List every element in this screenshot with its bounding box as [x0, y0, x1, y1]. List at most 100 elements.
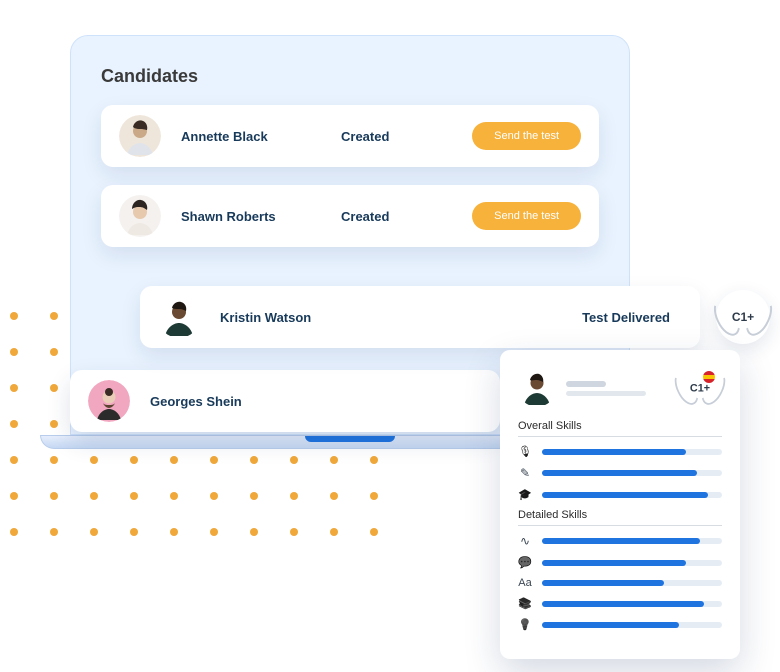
candidate-row[interactable]: Georges Shein — [70, 370, 500, 432]
report-name-placeholder — [566, 381, 668, 396]
skill-bar-fill — [542, 622, 679, 628]
skill-bar — [542, 449, 722, 455]
decorative-dot — [250, 456, 258, 464]
decorative-dot — [370, 456, 378, 464]
score-text: C1+ — [732, 310, 754, 324]
decorative-dot — [290, 492, 298, 500]
skill-bar — [542, 560, 722, 566]
decorative-dot — [330, 528, 338, 536]
decorative-dot — [130, 528, 138, 536]
candidate-name: Annette Black — [181, 129, 341, 144]
score-badge: C1+ — [678, 366, 722, 410]
decorative-dot — [330, 492, 338, 500]
decorative-dot — [10, 420, 18, 428]
skill-row: 💬 — [518, 556, 722, 569]
decorative-dot — [90, 492, 98, 500]
aa-icon: Aa — [518, 577, 532, 589]
candidate-row[interactable]: Annette Black Created Send the test — [101, 105, 599, 167]
decorative-dot — [10, 348, 18, 356]
candidate-name: Kristin Watson — [220, 310, 380, 325]
send-test-button[interactable]: Send the test — [472, 202, 581, 230]
skill-bar-fill — [542, 580, 664, 586]
laurel-icon: C1+ — [720, 294, 766, 340]
decorative-dot — [10, 456, 18, 464]
skill-bar — [542, 580, 722, 586]
skill-bar-fill — [542, 492, 708, 498]
grad-icon: 🎓 — [518, 488, 532, 501]
candidate-status: Created — [341, 209, 451, 224]
score-badge: C1+ — [716, 290, 770, 344]
decorative-dot — [50, 384, 58, 392]
decorative-dot — [50, 456, 58, 464]
decorative-dot — [170, 492, 178, 500]
skill-row: 💡 — [518, 618, 722, 631]
decorative-dot — [250, 492, 258, 500]
candidate-status: Created — [341, 129, 451, 144]
decorative-dot — [210, 528, 218, 536]
avatar — [119, 195, 161, 237]
wave-icon: ∿ — [518, 534, 532, 548]
decorative-dot — [290, 528, 298, 536]
skills-report-panel: C1+ Overall Skills 🎙 ✎ 🎓 Detailed Skills ∿… — [500, 350, 740, 659]
decorative-dot — [370, 528, 378, 536]
decorative-dot — [50, 312, 58, 320]
decorative-dot — [90, 456, 98, 464]
decorative-dot — [10, 528, 18, 536]
skill-row: 🎓 — [518, 488, 722, 501]
skill-bar — [542, 538, 722, 544]
candidate-row-floating: Georges Shein — [70, 370, 500, 432]
decorative-dot — [210, 492, 218, 500]
decorative-dot — [10, 384, 18, 392]
decorative-dot — [170, 528, 178, 536]
decorative-dot — [50, 492, 58, 500]
candidate-name: Georges Shein — [150, 394, 310, 409]
avatar — [158, 296, 200, 338]
skill-bar-fill — [542, 470, 697, 476]
decorative-dot — [50, 528, 58, 536]
page-title: Candidates — [101, 66, 599, 87]
pencil-icon: ✎ — [518, 466, 532, 480]
avatar — [88, 380, 130, 422]
laptop-notch — [305, 436, 395, 442]
decorative-dot — [50, 420, 58, 428]
avatar — [518, 369, 556, 407]
skill-bar-fill — [542, 601, 704, 607]
skill-row: 🎙 — [518, 445, 722, 458]
decorative-dot — [10, 492, 18, 500]
mic-icon: 🎙 — [518, 445, 532, 458]
decorative-dot — [50, 348, 58, 356]
decorative-dot — [290, 456, 298, 464]
chat-icon: 💬 — [518, 556, 532, 569]
decorative-dot — [370, 492, 378, 500]
skill-row: 📚 — [518, 597, 722, 610]
bulb-icon: 💡 — [518, 618, 532, 631]
skill-bar-fill — [542, 449, 686, 455]
candidate-status: Test Delivered — [582, 310, 670, 325]
decorative-dot — [90, 528, 98, 536]
skill-bar-fill — [542, 560, 686, 566]
decorative-dot — [210, 456, 218, 464]
decorative-dot — [250, 528, 258, 536]
decorative-dot — [330, 456, 338, 464]
skill-bar — [542, 470, 722, 476]
decorative-dot — [130, 492, 138, 500]
books-icon: 📚 — [518, 597, 532, 610]
section-title-overall: Overall Skills — [518, 420, 722, 437]
candidate-row[interactable]: Kristin Watson Test Delivered C1+ — [140, 286, 700, 348]
skill-bar — [542, 622, 722, 628]
report-header: C1+ — [518, 366, 722, 410]
candidate-row[interactable]: Shawn Roberts Created Send the test — [101, 185, 599, 247]
skill-bar — [542, 601, 722, 607]
skill-row: Aa — [518, 577, 722, 589]
skill-row: ∿ — [518, 534, 722, 548]
send-test-button[interactable]: Send the test — [472, 122, 581, 150]
decorative-dot — [10, 312, 18, 320]
skill-bar — [542, 492, 722, 498]
section-title-detailed: Detailed Skills — [518, 509, 722, 526]
skill-row: ✎ — [518, 466, 722, 480]
candidate-name: Shawn Roberts — [181, 209, 341, 224]
avatar — [119, 115, 161, 157]
decorative-dot — [130, 456, 138, 464]
decorative-dot — [170, 456, 178, 464]
flag-spain-icon — [702, 370, 716, 384]
